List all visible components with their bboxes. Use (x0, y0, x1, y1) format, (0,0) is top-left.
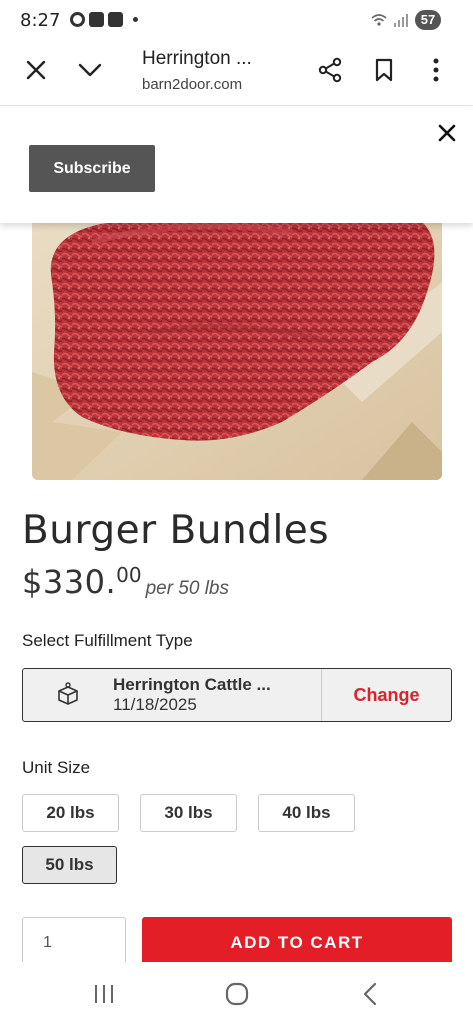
fulfillment-details: Herrington Cattle ... 11/18/2025 (113, 669, 321, 721)
page-title[interactable]: Herrington ... (142, 48, 252, 70)
wifi-icon (371, 14, 387, 26)
subscribe-panel: Subscribe (0, 107, 473, 223)
close-icon[interactable] (435, 121, 459, 145)
status-system-icons: 57 (371, 10, 441, 30)
status-time: 8:27 (20, 10, 61, 31)
system-nav-bar (0, 962, 473, 1024)
fulfillment-date: 11/18/2025 (113, 695, 197, 714)
subscribe-button[interactable]: Subscribe (29, 145, 155, 192)
chevron-down-icon[interactable] (74, 54, 106, 86)
price-dollars: $330. (22, 563, 117, 601)
change-fulfillment-button[interactable]: Change (321, 669, 451, 721)
unit-option-50-lbs[interactable]: 50 lbs (22, 846, 117, 884)
signal-icon (394, 14, 408, 27)
battery-indicator: 57 (415, 10, 441, 30)
more-notifications-dot (133, 17, 138, 22)
youtube-icon (108, 12, 123, 27)
unit-option-20-lbs[interactable]: 20 lbs (22, 794, 119, 832)
record-icon (70, 12, 85, 27)
close-icon[interactable] (20, 54, 52, 86)
bookmark-icon[interactable] (368, 54, 400, 86)
pickup-box-icon (23, 669, 113, 721)
home-icon[interactable] (221, 980, 253, 1008)
status-notification-icons (70, 12, 138, 27)
ground-beef-image (32, 222, 442, 480)
fulfillment-location: Herrington Cattle ... (113, 675, 271, 694)
price: $330. 00 per 50 lbs (22, 563, 229, 601)
fulfillment-selector[interactable]: Herrington Cattle ... 11/18/2025 Change (22, 668, 452, 722)
unit-size-label: Unit Size (22, 758, 91, 777)
fulfillment-label: Select Fulfillment Type (22, 631, 193, 650)
share-icon[interactable] (314, 54, 346, 86)
youtube-icon (89, 12, 104, 27)
back-icon[interactable] (354, 980, 386, 1008)
recent-apps-icon[interactable] (88, 980, 120, 1008)
url-domain[interactable]: barn2door.com (142, 76, 242, 93)
product-image (32, 222, 442, 480)
browser-toolbar: Herrington ... barn2door.com (0, 40, 473, 106)
more-vert-icon[interactable] (420, 54, 452, 86)
unit-option-30-lbs[interactable]: 30 lbs (140, 794, 237, 832)
price-unit: per 50 lbs (145, 578, 230, 599)
unit-option-40-lbs[interactable]: 40 lbs (258, 794, 355, 832)
product-title: Burger Bundles (22, 508, 330, 553)
status-bar: 8:27 57 (0, 0, 473, 40)
price-cents: 00 (116, 563, 142, 587)
